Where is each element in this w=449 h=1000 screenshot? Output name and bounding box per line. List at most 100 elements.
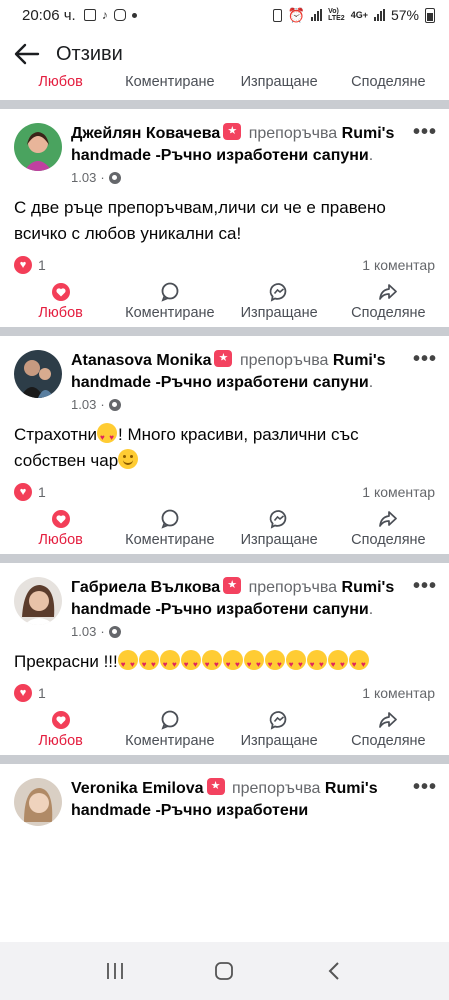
review-date[interactable]: 1.03 <box>71 397 96 412</box>
love-button[interactable]: Любов <box>6 282 115 321</box>
avatar[interactable] <box>14 123 62 171</box>
comment-label: Коментиране <box>125 531 215 548</box>
send-button[interactable]: Изпращане <box>225 70 334 90</box>
comment-count[interactable]: 1 коментар <box>362 257 435 273</box>
share-button[interactable]: Споделяне <box>334 710 443 749</box>
recommend-icon: ★ <box>223 123 242 140</box>
share-button[interactable]: Споделяне <box>334 70 443 90</box>
send-button[interactable]: Изпращане <box>225 282 334 321</box>
heart-icon <box>51 710 70 729</box>
home-button[interactable] <box>204 951 244 991</box>
love-reaction-icon[interactable]: ♥ <box>14 483 32 501</box>
reaction-count[interactable]: 1 <box>38 484 46 500</box>
comment-button[interactable]: Коментиране <box>115 710 224 749</box>
comment-button[interactable]: Коментиране <box>115 70 224 90</box>
heart-eyes-emoji-icon <box>327 650 348 678</box>
heart-eyes-emoji-icon <box>306 650 327 678</box>
love-button[interactable]: Любов <box>6 70 115 90</box>
share-label: Споделяне <box>351 732 426 749</box>
comment-label: Коментиране <box>125 732 215 749</box>
heart-icon <box>51 509 70 528</box>
review-verb: препоръчва <box>239 352 329 369</box>
battery-saver-icon <box>272 8 282 22</box>
reaction-count[interactable]: 1 <box>38 685 46 701</box>
review-date[interactable]: 1.03 <box>71 170 96 185</box>
send-button[interactable]: Изпращане <box>225 509 334 548</box>
more-options-icon[interactable]: ••• <box>413 121 437 144</box>
instagram-notification-icon <box>113 9 126 21</box>
page-title: Отзиви <box>56 42 123 65</box>
status-bar: 20:06 ч. ♪ ⏰ Vo) LTE2 4G+ 57% <box>0 0 449 30</box>
reaction-count[interactable]: 1 <box>38 257 46 273</box>
comment-icon <box>161 282 179 302</box>
love-label: Любов <box>38 304 83 321</box>
heart-eyes-emoji-icon <box>201 650 222 678</box>
more-options-icon[interactable]: ••• <box>413 776 437 799</box>
review-author[interactable]: Джейлян Ковачева <box>71 125 220 142</box>
love-button[interactable]: Любов <box>6 509 115 548</box>
comment-count[interactable]: 1 коментар <box>362 685 435 701</box>
heart-eyes-emoji-icon <box>222 650 243 678</box>
comment-label: Коментиране <box>125 304 215 321</box>
love-label: Любов <box>38 732 83 749</box>
messenger-icon <box>269 509 287 529</box>
recent-apps-button[interactable] <box>95 951 135 991</box>
heart-eyes-emoji-icon <box>264 650 285 678</box>
heart-eyes-emoji-icon <box>180 650 201 678</box>
avatar[interactable] <box>14 350 62 398</box>
globe-icon <box>108 171 121 184</box>
avatar[interactable] <box>14 778 62 826</box>
section-divider <box>0 755 449 764</box>
send-button[interactable]: Изпращане <box>225 710 334 749</box>
section-divider <box>0 554 449 563</box>
review-card: Veronika Emilova★ препоръчва Rumi's hand… <box>0 764 449 826</box>
share-label: Споделяне <box>351 531 426 548</box>
gallery-notification-icon <box>83 9 96 21</box>
review-author[interactable]: Veronika Emilova <box>71 780 204 797</box>
heart-eyes-emoji-icon <box>97 423 118 451</box>
share-button[interactable]: Споделяне <box>334 282 443 321</box>
messenger-icon <box>269 282 287 302</box>
send-label: Изпращане <box>240 531 318 548</box>
share-button[interactable]: Споделяне <box>334 509 443 548</box>
section-divider <box>0 327 449 336</box>
heart-icon <box>51 70 71 71</box>
avatar[interactable] <box>14 577 62 625</box>
chevron-left-icon <box>328 962 339 980</box>
comment-button[interactable]: Коментиране <box>115 509 224 548</box>
recommend-icon: ★ <box>206 778 225 795</box>
cell-signal-icon <box>373 9 385 21</box>
share-arrow-icon <box>379 283 398 300</box>
comment-count[interactable]: 1 коментар <box>362 484 435 500</box>
status-time: 20:06 ч. <box>22 6 76 24</box>
nav-back-button[interactable] <box>314 951 354 991</box>
more-options-icon[interactable]: ••• <box>413 348 437 371</box>
review-date[interactable]: 1.03 <box>71 624 96 639</box>
review-card: Atanasova Monika★ препоръчва Rumi's hand… <box>0 336 449 563</box>
back-button[interactable] <box>10 37 44 71</box>
smile-emoji-icon <box>118 449 139 469</box>
comment-button[interactable]: Коментиране <box>115 282 224 321</box>
arrow-left-icon <box>14 43 40 65</box>
heart-icon <box>51 282 70 301</box>
battery-percent: 57% <box>390 7 419 23</box>
battery-icon <box>425 7 435 23</box>
review-author[interactable]: Atanasova Monika <box>71 352 211 369</box>
wifi-signal-icon <box>311 9 323 21</box>
love-reaction-icon[interactable]: ♥ <box>14 256 32 274</box>
love-reaction-icon[interactable]: ♥ <box>14 684 32 702</box>
review-author[interactable]: Габриела Вълкова <box>71 579 220 596</box>
review-verb: препоръчва <box>231 780 321 797</box>
send-label: Изпращане <box>240 732 318 749</box>
tiktok-notification-icon: ♪ <box>101 8 108 22</box>
heart-eyes-emoji-icon <box>285 650 306 678</box>
review-card: Габриела Вълкова★ препоръчва Rumi's hand… <box>0 563 449 764</box>
review-text: Прекрасни !!! <box>0 639 449 678</box>
review-verb: препоръчва <box>248 579 338 596</box>
comment-icon <box>161 710 179 730</box>
heart-eyes-emoji-icon <box>348 650 369 678</box>
heart-eyes-emoji-icon <box>243 650 264 678</box>
comment-icon <box>161 509 179 529</box>
love-button[interactable]: Любов <box>6 710 115 749</box>
more-options-icon[interactable]: ••• <box>413 575 437 598</box>
